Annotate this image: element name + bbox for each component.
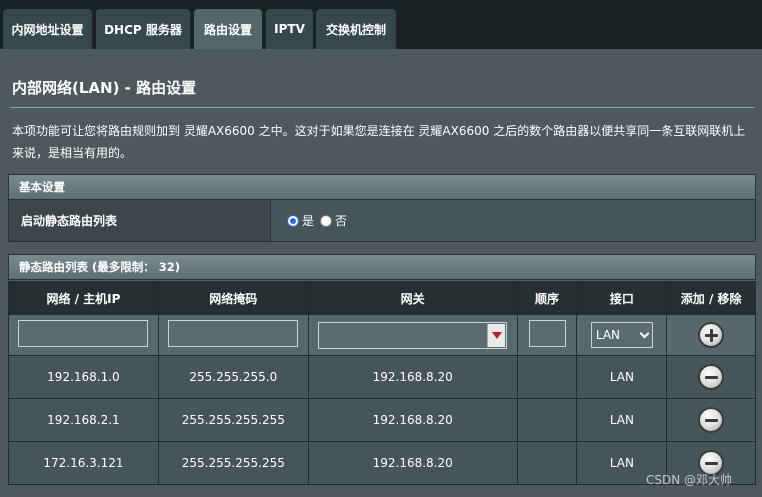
route-input-row: LAN: [8, 314, 756, 356]
page-title: 内部网络(LAN) - 路由设置: [12, 79, 197, 97]
plus-circle-icon[interactable]: [698, 322, 725, 348]
route-gateway: 192.168.8.20: [307, 355, 518, 399]
static-route-enable-label: 启动静态路由列表: [9, 200, 271, 241]
col-header-add-remove: 添加 / 移除: [666, 281, 756, 315]
interface-select-value: LAN: [595, 328, 621, 342]
route-network: 192.168.2.1: [8, 398, 159, 442]
tab-route[interactable]: 路由设置: [194, 9, 262, 49]
route-list-header: 静态路由列表 (最多限制： 32): [8, 254, 756, 280]
route-row: 192.168.1.0 255.255.255.0 192.168.8.20 L…: [8, 355, 756, 399]
route-interface: LAN: [576, 398, 668, 442]
route-network: 192.168.1.0: [8, 355, 159, 399]
col-header-network: 网络 / 主机IP: [8, 281, 159, 315]
network-input[interactable]: [18, 320, 149, 347]
col-header-netmask: 网络掩码: [157, 281, 309, 315]
basic-settings-header: 基本设置: [8, 174, 756, 200]
gateway-input[interactable]: [318, 321, 508, 349]
order-input[interactable]: [528, 320, 566, 347]
route-gateway: 192.168.8.20: [307, 441, 518, 485]
interface-select[interactable]: LAN: [590, 322, 653, 348]
route-list-title: 静态路由列表 (最多限制： 32): [19, 260, 181, 274]
col-header-order: 顺序: [516, 281, 578, 315]
col-header-gateway: 网关: [307, 281, 518, 315]
route-table: 网络 / 主机IP 网络掩码 网关 顺序 接口 添加 / 移除 LAN 192.…: [8, 281, 756, 485]
triangle-down-icon[interactable]: [487, 323, 506, 347]
route-row: 192.168.2.1 255.255.255.255 192.168.8.20…: [8, 398, 756, 442]
route-netmask: 255.255.255.255: [157, 441, 309, 485]
col-header-interface: 接口: [576, 281, 668, 315]
radio-yes[interactable]: [287, 214, 299, 227]
static-route-enable-row: 启动静态路由列表 是 否: [8, 200, 756, 242]
route-netmask: 255.255.255.255: [157, 398, 309, 442]
route-network: 172.16.3.121: [8, 441, 159, 485]
basic-settings-title: 基本设置: [19, 180, 65, 194]
route-order: [516, 441, 578, 485]
route-row: 172.16.3.121 255.255.255.255 192.168.8.2…: [8, 441, 756, 485]
netmask-input[interactable]: [168, 320, 299, 347]
radio-yes-label: 是: [302, 214, 315, 228]
chevron-down-icon: [639, 328, 650, 338]
tab-iptv[interactable]: IPTV: [266, 9, 313, 49]
route-netmask: 255.255.255.0: [157, 355, 309, 399]
radio-no-label: 否: [335, 214, 348, 228]
watermark: CSDN @邓大帅: [646, 473, 733, 487]
route-gateway: 192.168.8.20: [307, 398, 518, 442]
route-table-header-row: 网络 / 主机IP 网络掩码 网关 顺序 接口 添加 / 移除: [8, 281, 756, 315]
title-divider: [10, 107, 755, 108]
minus-circle-icon[interactable]: [698, 364, 725, 390]
route-order: [516, 398, 578, 442]
minus-circle-icon[interactable]: [698, 407, 725, 433]
tab-lan-ip[interactable]: 内网地址设置: [3, 9, 92, 49]
tab-dhcp-server[interactable]: DHCP 服务器: [96, 9, 190, 49]
route-interface: LAN: [576, 355, 668, 399]
page-description: 本项功能可让您将路由规则加到 灵耀AX6600 之中。这对于如果您是连接在 灵耀…: [12, 124, 746, 160]
route-order: [516, 355, 578, 399]
static-route-radio-group: 是 否: [287, 212, 353, 229]
static-route-enable-label-text: 启动静态路由列表: [21, 214, 118, 228]
radio-no[interactable]: [320, 214, 333, 227]
tab-bar: 内网地址设置 DHCP 服务器 路由设置 IPTV 交换机控制: [0, 0, 762, 49]
tab-switch-control[interactable]: 交换机控制: [316, 9, 396, 49]
